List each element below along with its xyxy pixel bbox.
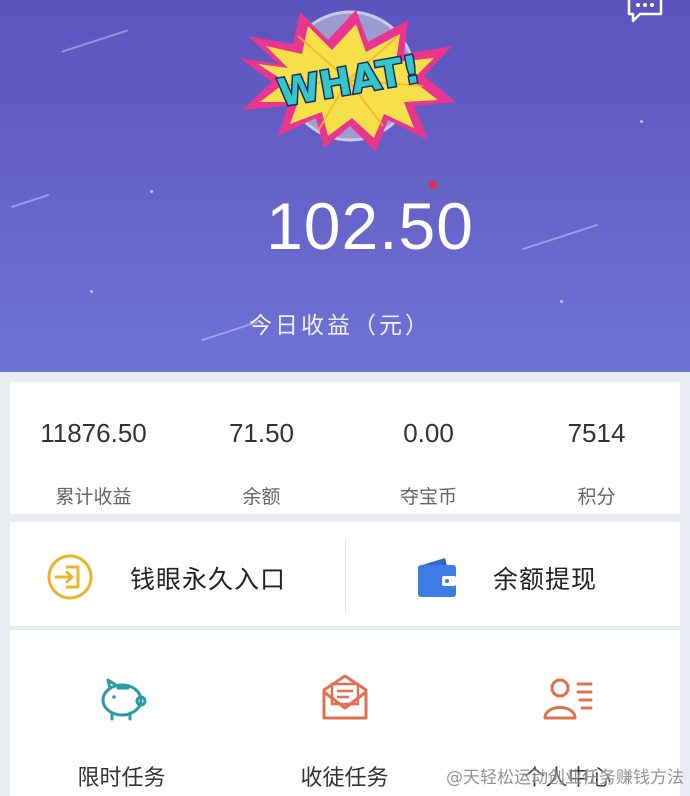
permanent-entry-button[interactable]: 钱眼永久入口	[10, 522, 345, 626]
chat-icon[interactable]	[626, 0, 664, 24]
profile-card-icon	[543, 678, 593, 720]
limited-time-tasks-label: 限时任务	[77, 766, 166, 791]
stat-value: 71.50	[228, 418, 295, 448]
star-decoration	[560, 300, 563, 303]
stat-label: 累计收益	[55, 486, 132, 508]
recruit-tasks-button[interactable]: 收徒任务	[233, 630, 456, 796]
piggy-bank-icon	[101, 678, 147, 721]
shooting-star-decoration	[61, 29, 129, 53]
stat-label: 夺宝币	[399, 486, 457, 508]
stat-value: 11876.50	[40, 418, 147, 448]
star-decoration	[90, 290, 93, 293]
stat-value: 7514	[567, 418, 626, 448]
wallet-icon	[418, 558, 456, 597]
star-decoration	[640, 120, 643, 123]
earnings-header: WHAT! 102.50 今日收益（元）	[0, 0, 690, 372]
limited-time-tasks-button[interactable]: 限时任务	[10, 630, 233, 796]
stat-label: 积分	[577, 486, 616, 508]
today-earnings-amount: 102.50	[266, 189, 474, 263]
weibo-watermark: @天轻松运动创业任务赚钱方法	[446, 768, 684, 788]
actions-panel: 钱眼永久入口 余额提现	[10, 522, 680, 626]
withdraw-balance-label: 余额提现	[493, 565, 598, 594]
permanent-entry-label: 钱眼永久入口	[130, 565, 287, 594]
envelope-icon	[322, 674, 368, 720]
stats-panel: 11876.50 累计收益 71.50 余额 0.00 夺宝币 7514 积分	[10, 382, 680, 514]
withdraw-balance-button[interactable]: 余额提现	[345, 522, 680, 626]
recruit-tasks-label: 收徒任务	[300, 766, 389, 791]
what-badge-avatar[interactable]: WHAT!	[238, 6, 460, 154]
today-earnings-label: 今日收益（元）	[249, 313, 431, 339]
stat-label: 余额	[242, 486, 281, 508]
enter-icon	[47, 554, 93, 600]
stat-value: 0.00	[403, 418, 454, 448]
